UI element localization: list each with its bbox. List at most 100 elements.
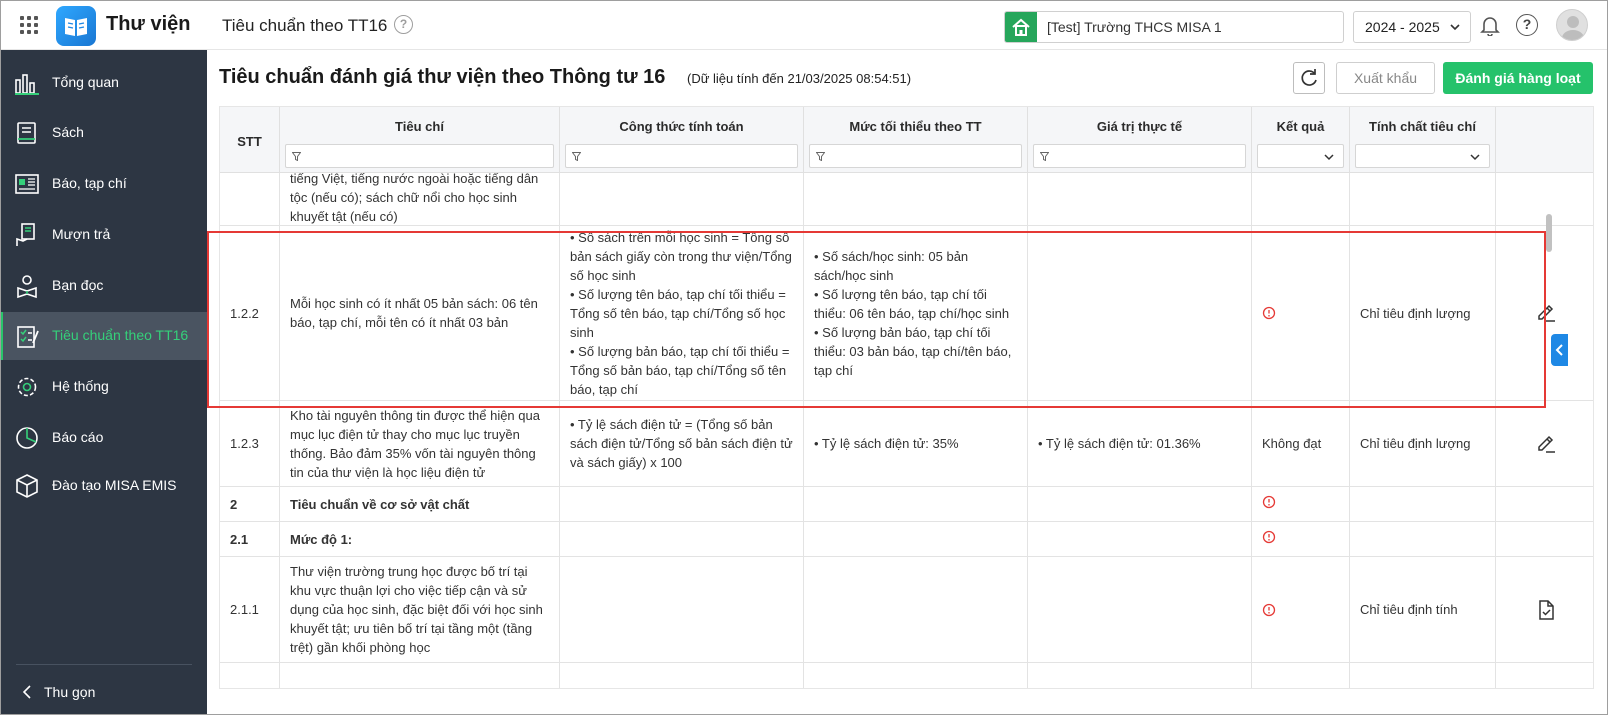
chart-bar-icon — [15, 74, 39, 95]
expand-panel-button[interactable] — [1551, 334, 1568, 366]
hand-book-icon — [16, 223, 35, 246]
warning-icon — [1262, 530, 1276, 544]
table-row[interactable]: 1.2.2 Mỗi học sinh có ít nhất 05 bản sác… — [220, 226, 1593, 401]
sidebar-item-reports[interactable]: Báo cáo — [0, 414, 207, 462]
actual-filter-input[interactable] — [1033, 144, 1246, 168]
book-icon — [17, 122, 36, 144]
chevron-left-icon — [1555, 344, 1563, 356]
app-grid-icon[interactable] — [20, 16, 38, 34]
nature-filter-select[interactable] — [1355, 144, 1490, 168]
sidebar-item-tt16[interactable]: Tiêu chuẩn theo TT16 — [0, 312, 207, 360]
criteria-text: Mỗi học sinh có ít nhất 05 bản sách: 06 … — [290, 296, 538, 330]
scrollbar-thumb[interactable] — [1546, 214, 1552, 252]
table-body: tiếng Việt, tiếng nước ngoài hoặc tiếng … — [220, 173, 1593, 688]
column-header-minimum: Mức tối thiểu theo TT — [804, 107, 1028, 173]
criteria-text: Tiêu chuẩn về cơ sở vật chất — [280, 487, 560, 521]
chevron-down-icon — [1450, 24, 1460, 31]
avatar[interactable] — [1556, 9, 1588, 41]
criteria-text: tiếng Việt, tiếng nước ngoài hoặc tiếng … — [290, 173, 539, 224]
sidebar-item-label: Báo, tạp chí — [52, 175, 127, 191]
bulk-evaluate-button[interactable]: Đánh giá hàng loạt — [1443, 62, 1593, 94]
criteria-nature: Chỉ tiêu định lượng — [1350, 401, 1496, 486]
table-row[interactable]: tiếng Việt, tiếng nước ngoài hoặc tiếng … — [220, 173, 1593, 226]
minimum-filter-input[interactable] — [809, 144, 1022, 168]
row-stt: 2 — [220, 487, 280, 521]
column-header-formula: Công thức tính toán — [560, 107, 804, 173]
school-year-select[interactable]: 2024 - 2025 — [1353, 11, 1471, 43]
reader-icon — [17, 275, 37, 299]
criteria-text: Mức độ 1: — [280, 522, 560, 556]
refresh-icon — [1301, 69, 1317, 86]
table-row[interactable] — [220, 663, 1593, 688]
pie-chart-icon — [16, 427, 38, 449]
column-header-result: Kết quả — [1252, 107, 1350, 173]
app-title: Thư viện — [106, 13, 191, 35]
row-stt: 2.1 — [220, 522, 280, 556]
criteria-text: Thư viện trường trung học được bố trí tạ… — [290, 564, 543, 655]
sidebar-item-label: Sách — [52, 124, 84, 140]
formula-filter-input[interactable] — [565, 144, 798, 168]
sidebar-item-books[interactable]: Sách — [0, 109, 207, 157]
column-header-nature: Tính chất tiêu chí — [1350, 107, 1496, 173]
sidebar-item-overview[interactable]: Tổng quan — [0, 59, 207, 107]
table-row[interactable]: 2 Tiêu chuẩn về cơ sở vật chất — [220, 487, 1593, 522]
warning-icon — [1262, 603, 1276, 616]
page-title: Tiêu chuẩn đánh giá thư viện theo Thông … — [219, 66, 666, 88]
refresh-button[interactable] — [1293, 62, 1325, 94]
actual-value — [1028, 226, 1252, 400]
newspaper-icon — [15, 174, 39, 194]
filter-icon — [816, 152, 825, 161]
sidebar-item-newspapers[interactable]: Báo, tạp chí — [0, 160, 207, 208]
filter-icon — [1040, 152, 1049, 161]
chevron-down-icon — [1324, 154, 1334, 161]
school-year-value: 2024 - 2025 — [1365, 19, 1440, 35]
table-row[interactable]: 2.1.1 Thư viện trường trung học được bố … — [220, 557, 1593, 663]
filter-icon — [572, 152, 581, 161]
sidebar-item-label: Hệ thống — [52, 378, 109, 394]
minimum-text: • Tỷ lệ sách điện tử: 35% — [814, 436, 959, 451]
sidebar-item-label: Tiêu chuẩn theo TT16 — [52, 327, 189, 343]
column-header-action — [1496, 107, 1593, 173]
table-row[interactable]: 1.2.3 Kho tài nguyên thông tin được thể … — [220, 401, 1593, 487]
column-header-stt: STT — [220, 107, 280, 173]
sidebar-item-label: Đào tạo MISA EMIS — [52, 477, 177, 493]
sidebar-item-label: Bạn đọc — [52, 277, 104, 293]
filter-icon — [292, 152, 301, 161]
library-logo-icon — [56, 6, 96, 46]
sidebar-item-label: Tổng quan — [52, 74, 119, 90]
collapse-sidebar-button[interactable]: Thu gọn — [0, 672, 207, 712]
export-button[interactable]: Xuất khẩu — [1336, 62, 1435, 94]
criteria-table: STT Tiêu chí Công thức tính toán Mức tối… — [219, 106, 1594, 689]
sidebar-item-readers[interactable]: Bạn đọc — [0, 262, 207, 310]
result-filter-select[interactable] — [1257, 144, 1344, 168]
sidebar-item-label: Báo cáo — [52, 429, 104, 445]
warning-icon — [1262, 306, 1276, 320]
minimum-text: • Số sách/học sinh: 05 bản sách/học sinh… — [814, 248, 1012, 378]
top-bar: Thư viện Tiêu chuẩn theo TT16 ? [Test] T… — [0, 0, 1608, 50]
sidebar-item-training[interactable]: Đào tạo MISA EMIS — [0, 462, 207, 510]
chevron-down-icon — [1470, 154, 1480, 161]
help-icon[interactable]: ? — [1516, 14, 1538, 36]
school-name: [Test] Trường THCS MISA 1 — [1047, 19, 1222, 35]
table-header: STT Tiêu chí Công thức tính toán Mức tối… — [220, 107, 1593, 173]
school-selector[interactable]: [Test] Trường THCS MISA 1 — [1004, 11, 1344, 43]
sidebar-item-system[interactable]: Hệ thống — [0, 363, 207, 411]
column-header-criteria: Tiêu chí — [280, 107, 560, 173]
row-stt: 2.1.1 — [220, 557, 280, 662]
sidebar: Tổng quan Sách Báo, tạp chí Mượn trả Bạn… — [0, 50, 207, 715]
criteria-filter-input[interactable] — [285, 144, 554, 168]
header-page-title: Tiêu chuẩn theo TT16 — [222, 16, 388, 35]
school-home-icon — [1005, 12, 1037, 42]
sidebar-divider — [16, 664, 192, 665]
table-row[interactable]: 2.1 Mức độ 1: — [220, 522, 1593, 557]
criteria-nature: Chỉ tiêu định tính — [1350, 557, 1496, 662]
bell-icon[interactable] — [1479, 14, 1501, 36]
gear-icon — [17, 377, 37, 397]
formula-text: • Tỷ lệ sách điện tử = (Tổng số bản sách… — [570, 417, 793, 470]
data-timestamp: (Dữ liệu tính đến 21/03/2025 08:54:51) — [687, 71, 912, 86]
checklist-icon — [17, 326, 39, 348]
page-help-icon[interactable]: ? — [394, 15, 413, 34]
formula-text: • Số sách trên mỗi học sinh = Tổng số bả… — [570, 229, 792, 397]
sidebar-item-borrow[interactable]: Mượn trả — [0, 211, 207, 259]
chevron-left-icon — [22, 685, 31, 699]
